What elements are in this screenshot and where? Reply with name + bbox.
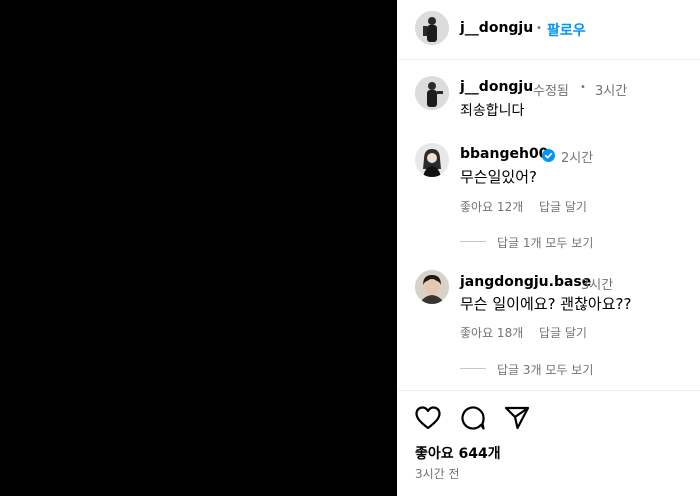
caption-edited: 수정됨 <box>533 84 569 99</box>
post-media[interactable] <box>0 0 397 496</box>
caption-avatar[interactable] <box>415 76 449 110</box>
comment-likes[interactable]: 좋아요 18개 <box>460 324 523 341</box>
comment-likes[interactable]: 좋아요 12개 <box>460 198 523 215</box>
reply-divider <box>460 368 486 369</box>
reply-button[interactable]: 답글 달기 <box>539 198 587 215</box>
author-username[interactable]: j__dongju <box>460 20 533 36</box>
author-avatar[interactable] <box>415 11 449 45</box>
reply-button[interactable]: 답글 달기 <box>539 324 587 341</box>
heart-icon[interactable] <box>415 406 441 434</box>
view-replies-button[interactable]: 답글 1개 모두 보기 <box>497 234 593 251</box>
reply-divider <box>460 241 486 242</box>
comments-panel: j__dongju • 팔로우 j__dongju 수정됨 • 3시간 죄송합니… <box>397 0 700 496</box>
caption-time: 3시간 <box>595 84 628 99</box>
share-icon[interactable] <box>504 406 530 434</box>
comment-username[interactable]: bbangeh00 <box>460 146 548 162</box>
comment-icon[interactable] <box>460 405 486 435</box>
post-header: j__dongju • 팔로우 <box>397 0 700 60</box>
view-replies-button[interactable]: 답글 3개 모두 보기 <box>497 361 593 378</box>
likes-count[interactable]: 좋아요 644개 <box>415 443 501 463</box>
follow-button[interactable]: 팔로우 <box>547 20 586 40</box>
caption-text: 죄송합니다 <box>460 103 525 119</box>
caption-username[interactable]: j__dongju <box>460 79 533 95</box>
comment-avatar[interactable] <box>415 143 449 177</box>
actions-divider <box>397 390 700 391</box>
comment-text: 무슨 일이에요? 괜찮아요?? <box>460 295 632 313</box>
comment-username[interactable]: jangdongju.base <box>460 274 591 290</box>
post-time: 3시간 전 <box>415 467 460 481</box>
comment-avatar[interactable] <box>415 270 449 304</box>
comment-time: 3시간 <box>581 278 614 293</box>
header-dot: • <box>536 23 542 34</box>
caption-dot: • <box>580 82 586 93</box>
comment-text: 무슨일있어? <box>460 168 537 186</box>
verified-badge-icon <box>542 147 555 166</box>
comment-time: 2시간 <box>561 151 594 166</box>
